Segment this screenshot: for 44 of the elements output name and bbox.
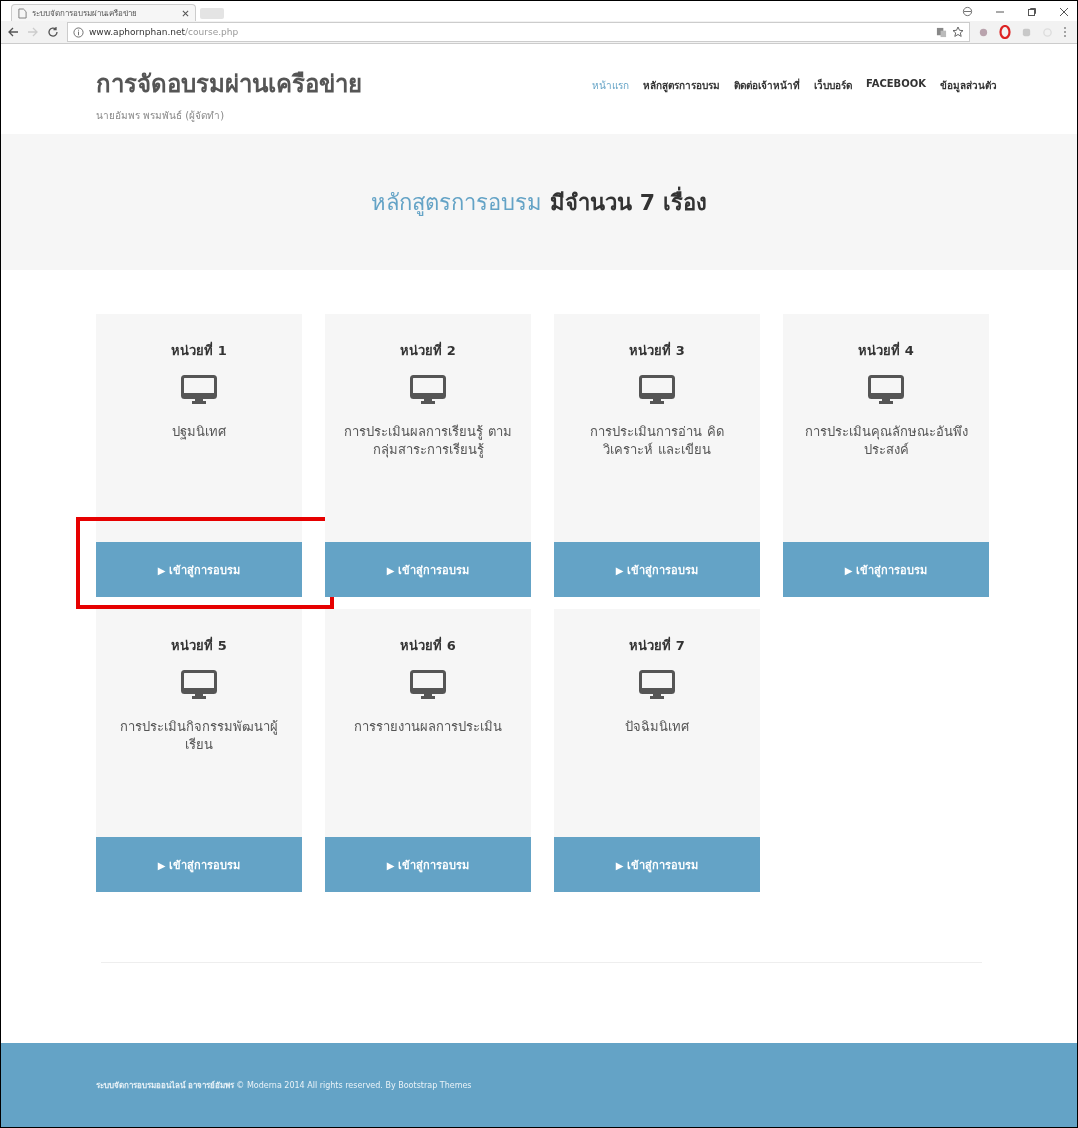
page-heading: หลักสูตรการอบรม มีจำนวน 7 เรื่อง bbox=[371, 184, 707, 220]
unit-label: หน่วยที่ 6 bbox=[400, 635, 456, 655]
back-icon[interactable] bbox=[7, 26, 19, 38]
info-icon bbox=[73, 26, 84, 38]
nav-link[interactable]: ข้อมูลส่วนตัว bbox=[940, 78, 997, 124]
monitor-icon bbox=[639, 670, 675, 700]
course-title: การประเมินกิจกรรมพัฒนาผู้เรียน bbox=[119, 718, 279, 755]
course-title: ปฐมนิเทศ bbox=[171, 423, 227, 442]
nav-link[interactable]: เว็บบอร์ด bbox=[814, 78, 853, 124]
course-title: การประเมินคุณลักษณะอันพึงประสงค์ bbox=[803, 423, 969, 460]
nav-link[interactable]: หลักสูตรการอบรม bbox=[643, 78, 721, 124]
nav-link[interactable]: ติดต่อเจ้าหน้าที่ bbox=[734, 78, 801, 124]
monitor-icon bbox=[639, 375, 675, 405]
restore-icon[interactable] bbox=[1027, 6, 1037, 17]
course-title: ปัจฉิมนิเทศ bbox=[624, 718, 690, 736]
address-bar[interactable]: www.aphornphan.net/course.php bbox=[67, 22, 970, 42]
unit-label: หน่วยที่ 2 bbox=[400, 340, 456, 360]
course-title: การรายงานผลการประเมิน bbox=[353, 718, 503, 736]
monitor-icon bbox=[410, 670, 446, 700]
translate-icon[interactable] bbox=[936, 26, 947, 38]
monitor-icon bbox=[181, 670, 217, 700]
close-icon[interactable] bbox=[1059, 6, 1069, 17]
nav-link[interactable]: FACEBOOK bbox=[866, 78, 926, 124]
monitor-icon bbox=[181, 375, 217, 405]
browser-tab[interactable]: ระบบจัดการอบรมผ่านเครือข่าย bbox=[11, 4, 196, 21]
unit-label: หน่วยที่ 5 bbox=[171, 635, 227, 655]
profile-icon[interactable] bbox=[962, 6, 973, 17]
more-icon[interactable] bbox=[1063, 26, 1067, 38]
unit-label: หน่วยที่ 1 bbox=[171, 340, 227, 360]
page-icon bbox=[18, 7, 27, 19]
footer-text: ระบบจัดการอบรมออนไลน์ อาจารย์อัมพร © Moderna 2014 All rights reserved. By Bootstrap Themes bbox=[96, 1079, 472, 1092]
unit-label: หน่วยที่ 3 bbox=[629, 340, 685, 360]
site-subtitle: นายอัมพร พรมพันธ์ (ผู้จัดทำ) bbox=[96, 109, 226, 123]
unit-label: หน่วยที่ 7 bbox=[629, 635, 685, 655]
course-title: การประเมินการอ่าน คิด วิเคราะห์ และเขียน bbox=[589, 423, 725, 460]
reload-icon[interactable] bbox=[47, 26, 59, 38]
star-icon[interactable] bbox=[952, 26, 964, 38]
monitor-icon bbox=[868, 375, 904, 405]
opera-icon[interactable] bbox=[999, 25, 1011, 39]
site-title[interactable]: การจัดอบรมผ่านเครือข่าย bbox=[96, 64, 362, 103]
close-icon[interactable] bbox=[182, 9, 189, 17]
course-title: การประเมินผลการเรียนรู้ ตามกลุ่มสาระการเรียนรู้ bbox=[343, 423, 513, 460]
unit-label: หน่วยที่ 4 bbox=[858, 340, 914, 360]
monitor-icon bbox=[410, 375, 446, 405]
